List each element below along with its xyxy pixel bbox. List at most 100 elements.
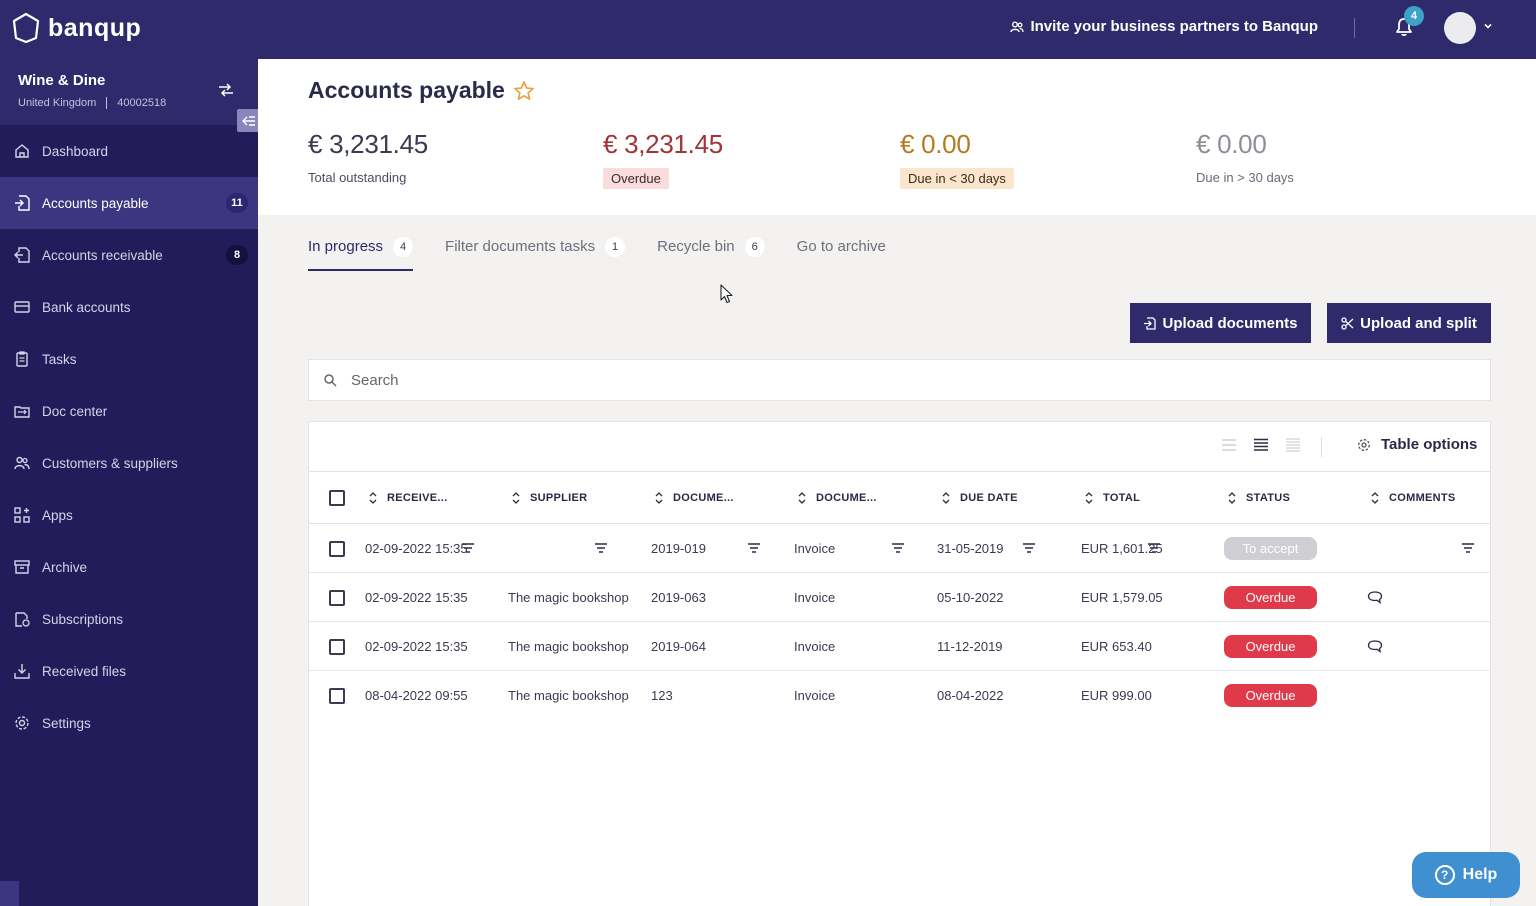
invite-partners-link[interactable]: Invite your business partners to Banqup	[1010, 18, 1318, 35]
sidebar-item-count: 8	[226, 245, 248, 265]
company-id: 40002518	[117, 97, 167, 109]
table-row[interactable]: 08-04-2022 09:55 The magic bookshop 123 …	[309, 671, 1490, 720]
sort-icon[interactable]	[369, 492, 377, 504]
row-checkbox[interactable]	[329, 688, 345, 704]
tab-label: Filter documents tasks	[445, 238, 596, 255]
upload-doc-icon	[1144, 316, 1157, 330]
stat-overdue: € 3,231.45 Overdue	[603, 129, 723, 189]
comment-icon[interactable]	[1367, 590, 1383, 604]
sort-icon[interactable]	[1228, 492, 1236, 504]
column-header-document-type[interactable]: DOCUME...	[798, 472, 877, 524]
status-badge: Overdue	[1224, 586, 1317, 609]
sidebar-item-customers-suppliers[interactable]: Customers & suppliers	[0, 437, 258, 489]
toolbar-divider	[1321, 437, 1322, 457]
row-checkbox[interactable]	[329, 590, 345, 606]
sidebar-item-label: Doc center	[42, 403, 108, 419]
sidebar-item-archive[interactable]: Archive	[0, 541, 258, 593]
chevron-down-icon[interactable]	[1482, 20, 1494, 32]
cell-total: EUR 653.40	[1081, 638, 1152, 654]
column-label: COMMENTS	[1389, 492, 1456, 504]
row-checkbox[interactable]	[329, 541, 345, 557]
sort-icon[interactable]	[1371, 492, 1379, 504]
brand-name: banqup	[48, 13, 142, 42]
comment-icon[interactable]	[1367, 639, 1383, 653]
apps-icon	[14, 507, 30, 523]
column-header-total[interactable]: TOTAL	[1085, 472, 1140, 524]
cell-document-type: Invoice	[794, 638, 836, 654]
sidebar-item-label: Tasks	[42, 351, 77, 367]
company-switcher[interactable]: Wine & Dine United Kingdom 40002518	[0, 59, 258, 125]
sidebar-item-apps[interactable]: Apps	[0, 489, 258, 541]
table-options-button[interactable]: Table options	[1357, 436, 1477, 453]
sort-icon[interactable]	[655, 492, 663, 504]
sort-icon[interactable]	[512, 492, 520, 504]
people-icon	[14, 456, 30, 470]
stat-label: Overdue	[603, 168, 669, 189]
sidebar-item-accounts-receivable[interactable]: Accounts receivable 8	[0, 229, 258, 281]
sort-icon[interactable]	[798, 492, 806, 504]
search-input[interactable]	[351, 371, 1451, 389]
column-header-received[interactable]: RECEIVE...	[369, 472, 447, 524]
clipboard-icon	[16, 351, 28, 367]
sort-icon[interactable]	[1085, 492, 1093, 504]
status-badge: Overdue	[1224, 635, 1317, 658]
swap-arrows-icon[interactable]	[218, 83, 234, 97]
tab-go-to-archive[interactable]: Go to archive	[797, 238, 886, 271]
gear-icon	[15, 716, 29, 730]
table-row[interactable]: 02-09-2022 15:35 The magic bookshop 2019…	[309, 573, 1490, 622]
column-header-comments[interactable]: COMMENTS	[1371, 472, 1456, 524]
row-checkbox[interactable]	[329, 639, 345, 655]
tab-in-progress[interactable]: In progress 4	[308, 237, 414, 271]
column-header-supplier[interactable]: SUPPLIER	[512, 472, 587, 524]
tab-recycle-bin[interactable]: Recycle bin 6	[657, 237, 765, 271]
cell-due-date: 08-04-2022	[937, 687, 1004, 703]
cell-document-type: Invoice	[794, 589, 836, 605]
page-title-text: Accounts payable	[308, 77, 505, 103]
column-header-due-date[interactable]: DUE DATE	[942, 472, 1018, 524]
column-header-status[interactable]: STATUS	[1228, 472, 1290, 524]
sidebar-footer-marker	[0, 881, 19, 906]
column-header-document-number[interactable]: DOCUME...	[655, 472, 734, 524]
sidebar-item-label: Subscriptions	[42, 611, 124, 627]
upload-and-split-button[interactable]: Upload and split	[1327, 303, 1491, 343]
density-default-icon[interactable]	[1253, 438, 1269, 452]
cell-document-number: 2019-019	[651, 540, 706, 556]
sidebar-item-received-files[interactable]: Received files	[0, 645, 258, 697]
star-icon[interactable]	[513, 80, 535, 102]
table-row[interactable]: 02-09-2022 15:35 The magic bookshop 2019…	[309, 622, 1490, 671]
density-compact-icon[interactable]	[1221, 438, 1237, 452]
sidebar-item-label: Customers & suppliers	[42, 455, 178, 471]
sidebar-item-tasks[interactable]: Tasks	[0, 333, 258, 385]
upload-documents-button[interactable]: Upload documents	[1130, 303, 1311, 343]
cell-received: 02-09-2022 15:35	[365, 638, 468, 654]
cell-total: EUR 1,579.05	[1081, 589, 1163, 605]
cell-received: 02-09-2022 15:35	[365, 540, 468, 556]
sidebar-item-doc-center[interactable]: Doc center	[0, 385, 258, 437]
stat-amount: € 3,231.45	[603, 129, 723, 159]
help-label: Help	[1462, 866, 1498, 883]
select-all-checkbox[interactable]	[329, 490, 345, 506]
logo[interactable]: banqup	[12, 12, 141, 44]
tab-filter-documents-tasks[interactable]: Filter documents tasks 1	[445, 237, 626, 271]
help-button[interactable]: ? Help	[1412, 852, 1520, 898]
sidebar-item-accounts-payable[interactable]: Accounts payable 11	[0, 177, 258, 229]
table-row[interactable]: 02-09-2022 15:35 2019-019 Invoice 31-05-…	[309, 524, 1490, 573]
people-icon	[1010, 21, 1025, 32]
sidebar-item-bank-accounts[interactable]: Bank accounts	[0, 281, 258, 333]
column-label: DOCUME...	[816, 492, 877, 504]
cell-due-date: 05-10-2022	[937, 589, 1004, 605]
sidebar-nav: Dashboard Accounts payable 11 Accounts r…	[0, 125, 258, 749]
cell-supplier: The magic bookshop	[508, 687, 629, 703]
table-header: RECEIVE... SUPPLIER DOCUME... DOCUME... …	[309, 472, 1490, 553]
density-comfortable-icon[interactable]	[1285, 438, 1301, 452]
table-options-label: Table options	[1381, 436, 1478, 453]
banqup-logo-icon	[12, 12, 40, 44]
sort-icon[interactable]	[942, 492, 950, 504]
sidebar-item-dashboard[interactable]: Dashboard	[0, 125, 258, 177]
avatar[interactable]	[1444, 12, 1476, 44]
sidebar-item-settings[interactable]: Settings	[0, 697, 258, 749]
column-label: STATUS	[1246, 492, 1291, 504]
sidebar-item-subscriptions[interactable]: Subscriptions	[0, 593, 258, 645]
cell-document-type: Invoice	[794, 687, 836, 703]
tab-count: 6	[744, 237, 765, 257]
